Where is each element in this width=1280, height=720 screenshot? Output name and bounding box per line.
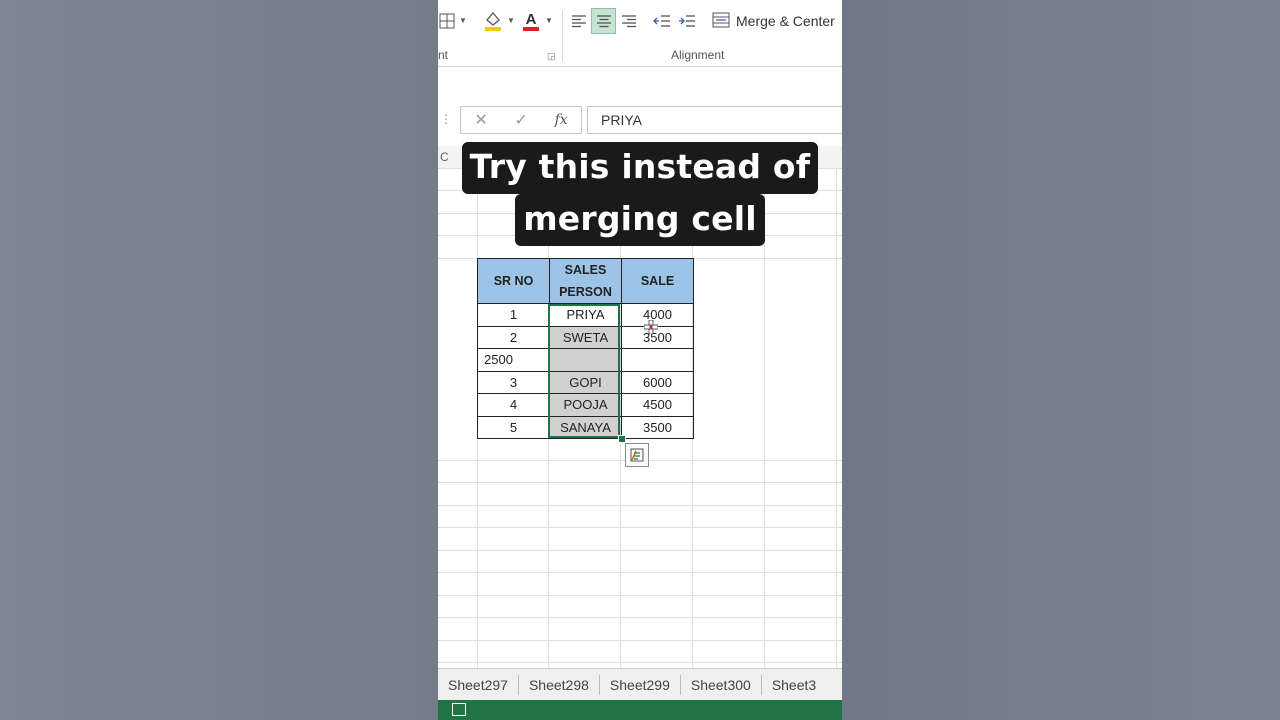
group-separator [562, 10, 563, 62]
align-left-icon[interactable] [568, 8, 590, 34]
header-sr-no[interactable]: SR NO [477, 258, 550, 304]
font-color-icon[interactable]: A [520, 8, 542, 34]
fill-color-dropdown-icon[interactable]: ▼ [507, 16, 515, 25]
cell-sale[interactable]: 4500 [621, 393, 694, 417]
sheet-tabs: Sheet297 Sheet298 Sheet299 Sheet300 Shee… [438, 668, 842, 701]
cell-sr[interactable]: 2500 [477, 348, 550, 372]
formula-bar: ⋮ ✕ ✓ fx PRIYA [438, 100, 842, 140]
cell-person[interactable]: SANAYA [549, 415, 622, 439]
formula-buttons: ✕ ✓ fx [460, 106, 582, 134]
status-bar [438, 700, 842, 720]
font-group-label: nt [438, 48, 449, 62]
cancel-icon[interactable]: ✕ [474, 110, 487, 130]
borders-icon[interactable] [438, 8, 456, 34]
excel-window: ▼ ▼ A ▼ Merge & Center nt ◲ Alignment ⋮ … [438, 0, 842, 720]
header-sale[interactable]: SALE [621, 258, 694, 304]
cell-cursor-icon [643, 319, 659, 335]
cell-person[interactable] [549, 348, 622, 372]
ribbon: ▼ ▼ A ▼ Merge & Center nt ◲ Alignment [438, 0, 842, 67]
insert-function-icon[interactable]: fx [555, 112, 568, 128]
decrease-indent-icon[interactable] [651, 8, 673, 34]
enter-icon[interactable]: ✓ [514, 110, 527, 130]
align-right-icon[interactable] [618, 8, 640, 34]
merge-and-center-label: Merge & Center [736, 13, 835, 29]
cell-sr[interactable]: 1 [477, 303, 550, 327]
formula-input[interactable]: PRIYA [587, 106, 842, 134]
header-sales-person[interactable]: SALES PERSON [549, 258, 622, 304]
alignment-group-label: Alignment [671, 48, 725, 62]
table-header-row: SR NO SALES PERSON SALE [477, 258, 694, 304]
table-row: 3 GOPI 6000 [477, 370, 694, 394]
merge-center-icon [712, 12, 730, 31]
table-row: 5 SANAYA 3500 [477, 415, 694, 439]
cell-sale[interactable]: 6000 [621, 370, 694, 394]
dialog-launcher-icon[interactable]: ◲ [547, 51, 556, 62]
cell-sr[interactable]: 3 [477, 370, 550, 394]
cell-person[interactable]: PRIYA [549, 303, 622, 327]
sheet-tab[interactable]: Sheet299 [600, 675, 681, 695]
fill-color-icon[interactable] [482, 8, 504, 34]
borders-dropdown-icon[interactable]: ▼ [459, 16, 467, 25]
fill-handle[interactable] [618, 435, 626, 443]
table-row: 2500 [477, 348, 694, 372]
sheet-tab[interactable]: Sheet297 [438, 675, 519, 695]
sheet-view-icon[interactable] [452, 703, 466, 716]
font-color-dropdown-icon[interactable]: ▼ [545, 16, 553, 25]
cell-sale[interactable]: 3500 [621, 415, 694, 439]
merge-and-center-button[interactable]: Merge & Center [712, 8, 835, 34]
column-header-strip: C H [438, 146, 842, 169]
cell-sr[interactable]: 4 [477, 393, 550, 417]
align-center-icon[interactable] [591, 8, 616, 34]
table-row: 4 POOJA 4500 [477, 393, 694, 417]
table-row: 1 PRIYA 4000 [477, 303, 694, 327]
table-row: 2 SWETA 3500 [477, 325, 694, 349]
cell-sr[interactable]: 2 [477, 325, 550, 349]
more-options-icon[interactable]: ⋮ [440, 112, 452, 126]
sales-table: SR NO SALES PERSON SALE 1 PRIYA 4000 2 S… [477, 258, 694, 439]
column-header-c[interactable]: C [440, 150, 449, 164]
cell-person[interactable]: GOPI [549, 370, 622, 394]
cell-sr[interactable]: 5 [477, 415, 550, 439]
cell-person[interactable]: POOJA [549, 393, 622, 417]
cell-person[interactable]: SWETA [549, 325, 622, 349]
sheet-tab[interactable]: Sheet3 [762, 675, 826, 695]
sheet-tab[interactable]: Sheet300 [681, 675, 762, 695]
increase-indent-icon[interactable] [676, 8, 698, 34]
sheet-tab[interactable]: Sheet298 [519, 675, 600, 695]
cell-sale[interactable] [621, 348, 694, 372]
svg-text:A: A [526, 11, 537, 28]
quick-analysis-icon[interactable] [625, 443, 649, 467]
column-header-h[interactable]: H [802, 150, 811, 164]
